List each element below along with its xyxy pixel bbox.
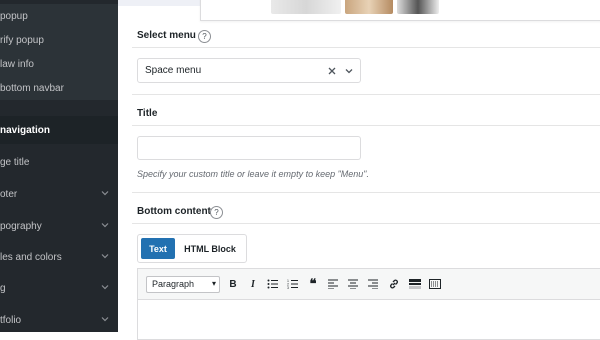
divider bbox=[132, 223, 600, 224]
sidebar-item-styles-and-colors[interactable]: les and colors bbox=[0, 245, 118, 269]
sidebar-item-page-title[interactable]: ge title bbox=[0, 150, 118, 174]
divider bbox=[132, 125, 600, 126]
toolbar-toggle-icon[interactable] bbox=[428, 277, 442, 291]
preview-image bbox=[271, 0, 341, 14]
sidebar-item-navigation[interactable]: navigation bbox=[0, 116, 118, 144]
blockquote-icon[interactable]: ❝ bbox=[306, 276, 320, 291]
format-select[interactable]: Paragraph ▾ bbox=[146, 276, 220, 293]
preview-image bbox=[345, 0, 393, 14]
italic-icon[interactable]: I bbox=[246, 277, 260, 291]
sidebar-item-law-info[interactable]: law info bbox=[0, 52, 118, 76]
sidebar-item-footer[interactable]: oter bbox=[0, 182, 118, 206]
chevron-down-icon: ▾ bbox=[211, 279, 216, 288]
bold-icon[interactable]: B bbox=[226, 277, 240, 291]
link-icon[interactable] bbox=[387, 277, 401, 291]
sidebar-item-verify-popup[interactable]: rify popup bbox=[0, 28, 118, 52]
chevron-down-icon bbox=[100, 314, 110, 324]
content-type-tabs: Text HTML Block bbox=[137, 234, 247, 263]
format-select-value: Paragraph bbox=[152, 279, 195, 289]
title-label: Title bbox=[137, 108, 158, 119]
select-menu-value: Space menu bbox=[145, 65, 202, 76]
chevron-down-icon bbox=[100, 188, 110, 198]
divider bbox=[132, 192, 600, 193]
align-right-icon[interactable] bbox=[366, 277, 380, 291]
sidebar-item-portfolio[interactable]: tfolio bbox=[0, 308, 118, 332]
rich-text-editor[interactable]: Paragraph ▾ B I 123 ❝ bbox=[137, 268, 600, 340]
chevron-down-icon bbox=[100, 220, 110, 230]
align-left-icon[interactable] bbox=[326, 277, 340, 291]
bottom-content-label: Bottom content bbox=[137, 206, 211, 217]
help-icon[interactable]: ? bbox=[210, 206, 223, 219]
clear-icon[interactable] bbox=[326, 64, 338, 76]
editor-toolbar: Paragraph ▾ B I 123 ❝ bbox=[138, 269, 600, 300]
align-center-icon[interactable] bbox=[346, 277, 360, 291]
layout-preview-card bbox=[200, 0, 600, 21]
select-menu-label: Select menu bbox=[137, 30, 196, 41]
sidebar-item-popup[interactable]: popup bbox=[0, 4, 118, 28]
tab-html-block[interactable]: HTML Block bbox=[178, 238, 242, 259]
tab-text[interactable]: Text bbox=[141, 238, 175, 259]
help-icon[interactable]: ? bbox=[198, 30, 211, 43]
title-input[interactable] bbox=[137, 136, 361, 160]
title-hint: Specify your custom title or leave it em… bbox=[137, 169, 369, 179]
bullet-list-icon[interactable] bbox=[266, 277, 280, 291]
chevron-down-icon bbox=[100, 282, 110, 292]
sidebar-item-blog[interactable]: g bbox=[0, 276, 118, 300]
sidebar-item-bottom-navbar[interactable]: bottom navbar bbox=[0, 76, 118, 100]
chevron-down-icon[interactable] bbox=[343, 64, 355, 76]
horizontal-rule-icon[interactable] bbox=[408, 277, 422, 291]
sidebar-item-typography[interactable]: pography bbox=[0, 214, 118, 238]
chevron-down-icon bbox=[100, 251, 110, 261]
admin-sidebar: popup rify popup law info bottom navbar … bbox=[0, 0, 118, 332]
settings-panel: Select menu ? Space menu Title Specify y… bbox=[118, 0, 600, 340]
numbered-list-icon[interactable]: 123 bbox=[286, 277, 300, 291]
divider bbox=[132, 47, 600, 48]
preview-image bbox=[397, 0, 439, 14]
svg-text:3: 3 bbox=[287, 286, 289, 289]
select-menu-dropdown[interactable]: Space menu bbox=[137, 58, 361, 83]
divider bbox=[132, 94, 600, 95]
